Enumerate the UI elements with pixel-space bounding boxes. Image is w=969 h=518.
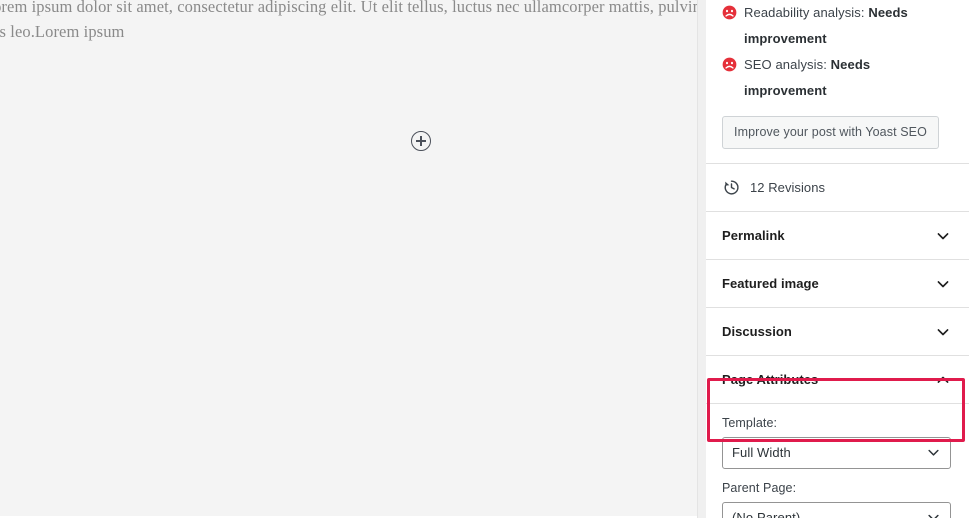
template-select-wrapper: Full Width: [722, 437, 951, 469]
readability-analysis-text: Readability analysis: Needs improvement: [744, 0, 953, 52]
plus-vertical-bar: [420, 136, 422, 146]
chevron-down-icon[interactable]: [933, 322, 953, 342]
parent-page-select[interactable]: (No Parent): [722, 502, 951, 518]
panel-discussion-label: Discussion: [722, 324, 792, 339]
editor-canvas: leo. Lorem ipsum dolor sit amet, consect…: [0, 0, 697, 518]
sad-face-icon: [722, 5, 737, 20]
sidebar-gutter: [697, 0, 706, 518]
seo-analysis-text: SEO analysis: Needs improvement: [744, 52, 953, 104]
add-block-plus-icon[interactable]: [411, 131, 431, 151]
settings-sidebar: Readability analysis: Needs improvement …: [706, 0, 969, 518]
readability-analysis-row: Readability analysis: Needs improvement: [722, 0, 953, 52]
panel-permalink[interactable]: Permalink: [706, 212, 969, 260]
parent-page-label: Parent Page:: [722, 481, 797, 495]
panel-featured-image-label: Featured image: [722, 276, 819, 291]
panel-page-attributes-label: Page Attributes: [722, 372, 819, 387]
revisions-row[interactable]: 12 Revisions: [706, 164, 969, 212]
panel-page-attributes[interactable]: Page Attributes: [706, 356, 969, 404]
template-label: Template:: [722, 416, 778, 430]
seo-label: SEO analysis:: [744, 57, 827, 72]
chevron-down-icon[interactable]: [933, 226, 953, 246]
panel-discussion[interactable]: Discussion: [706, 308, 969, 356]
clock-revision-icon: [724, 180, 739, 195]
improve-post-with-yoast-seo-button[interactable]: Improve your post with Yoast SEO: [722, 116, 939, 149]
post-paragraph-block[interactable]: leo. Lorem ipsum dolor sit amet, consect…: [0, 0, 697, 44]
yoast-analysis-block: Readability analysis: Needs improvement …: [706, 0, 969, 164]
readability-label: Readability analysis:: [744, 5, 865, 20]
template-select[interactable]: Full Width: [722, 437, 951, 469]
page-attributes-body: Template: Full Width Parent Page: (No Pa…: [706, 404, 969, 518]
panel-permalink-label: Permalink: [722, 228, 785, 243]
seo-analysis-row: SEO analysis: Needs improvement: [722, 52, 953, 104]
parent-page-select-wrapper: (No Parent): [722, 502, 951, 518]
panel-featured-image[interactable]: Featured image: [706, 260, 969, 308]
sad-face-icon: [722, 57, 737, 72]
wordpress-editor-screen: leo. Lorem ipsum dolor sit amet, consect…: [0, 0, 969, 518]
revisions-label: 12 Revisions: [750, 180, 826, 195]
chevron-down-icon[interactable]: [933, 274, 953, 294]
chevron-up-icon[interactable]: [933, 370, 953, 390]
